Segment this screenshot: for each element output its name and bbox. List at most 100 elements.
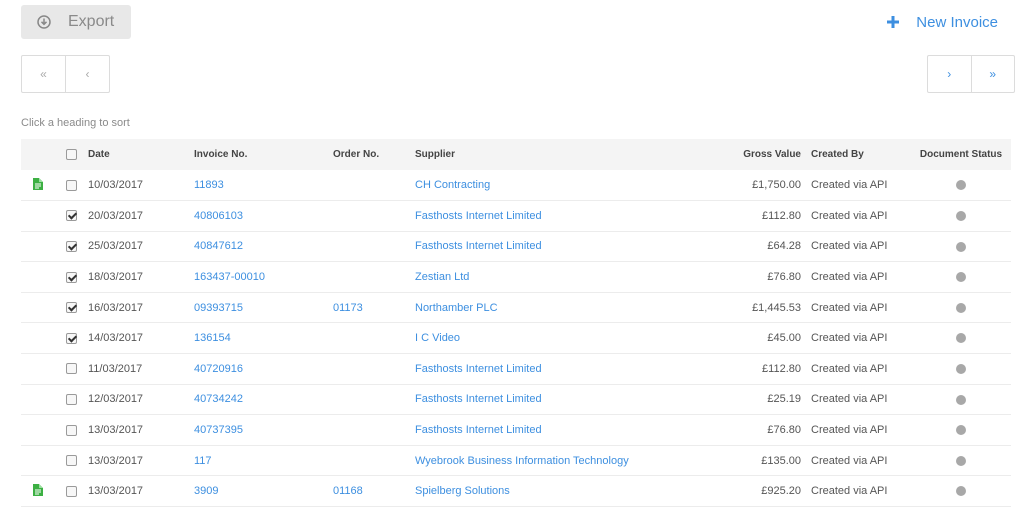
created-by-column-header[interactable]: Created By xyxy=(811,139,911,170)
supplier-link[interactable]: Spielberg Solutions xyxy=(415,476,695,507)
table-row[interactable]: 13/03/2017 117 Wyebrook Business Informati… xyxy=(21,445,1011,476)
document-icon[interactable] xyxy=(32,483,43,499)
invoice-no-link[interactable]: 136154 xyxy=(194,323,333,354)
row-checkbox[interactable] xyxy=(65,332,77,344)
doc-cell xyxy=(21,354,54,385)
invoice-no-link[interactable]: 11893 xyxy=(194,170,333,201)
status-dot-icon xyxy=(956,210,966,221)
supplier-link[interactable]: Wyebrook Business Information Technology xyxy=(415,445,695,476)
supplier-link[interactable]: Fasthosts Internet Limited xyxy=(415,201,695,232)
status-dot-icon xyxy=(956,394,966,405)
last-page-button[interactable]: » xyxy=(970,56,1015,92)
date-cell: 12/03/2017 xyxy=(88,393,144,406)
invoice-no-link[interactable]: 40734242 xyxy=(194,384,333,415)
row-checkbox[interactable] xyxy=(65,241,77,253)
date-column-header[interactable]: Date xyxy=(88,139,194,170)
new-invoice-button[interactable]: New Invoice xyxy=(886,9,998,35)
invoice-no-link[interactable]: 163437-00010 xyxy=(194,262,333,293)
document-status-cell xyxy=(911,476,1011,507)
table-row[interactable]: 18/03/2017 163437-00010 Zestian Ltd £76.80 C… xyxy=(21,262,1011,293)
date-cell: 25/03/2017 xyxy=(88,240,144,253)
row-checkbox[interactable] xyxy=(65,179,77,191)
table-row[interactable]: 10/03/2017 11893 CH Contracting £1,750.00 Cr… xyxy=(21,170,1011,201)
status-dot-icon xyxy=(956,241,966,252)
document-status-cell xyxy=(911,262,1011,293)
table-row[interactable]: 14/03/2017 136154 I C Video £45.00 Created v… xyxy=(21,323,1011,354)
order-no-link[interactable] xyxy=(333,445,415,476)
status-dot-icon xyxy=(956,486,966,497)
table-row[interactable]: 11/03/2017 40720916 Fasthosts Internet Lim… xyxy=(21,354,1011,385)
invoice-no-link[interactable]: 40847612 xyxy=(194,231,333,262)
select-cell xyxy=(54,231,88,262)
next-page-button[interactable]: › xyxy=(928,56,971,92)
row-checkbox[interactable] xyxy=(65,485,77,497)
table-header: Date Invoice No. Order No. Supplier Gros… xyxy=(21,139,1011,170)
table-row[interactable]: 25/03/2017 40847612 Fasthosts Internet Lim… xyxy=(21,231,1011,262)
invoice-no-link[interactable]: 117 xyxy=(194,445,333,476)
document-status-cell xyxy=(911,231,1011,262)
supplier-link[interactable]: Zestian Ltd xyxy=(415,262,695,293)
document-icon[interactable] xyxy=(32,177,43,193)
invoice-no-link[interactable]: 40737395 xyxy=(194,415,333,446)
order-no-link[interactable] xyxy=(333,201,415,232)
row-checkbox[interactable] xyxy=(65,302,77,314)
order-no-link[interactable] xyxy=(333,415,415,446)
export-button[interactable]: Export xyxy=(21,5,131,39)
invoice-no-link[interactable]: 40806103 xyxy=(194,201,333,232)
doc-cell xyxy=(21,445,54,476)
order-no-link[interactable] xyxy=(333,323,415,354)
document-status-cell xyxy=(911,292,1011,323)
doc-cell xyxy=(21,323,54,354)
table-row[interactable]: 13/03/2017 40737395 Fasthosts Internet Lim… xyxy=(21,415,1011,446)
supplier-link[interactable]: Fasthosts Internet Limited xyxy=(415,415,695,446)
invoice-no-link[interactable]: 40720916 xyxy=(194,354,333,385)
gross-value-cell: £64.28 xyxy=(767,240,801,253)
supplier-link[interactable]: Northamber PLC xyxy=(415,292,695,323)
row-checkbox[interactable] xyxy=(65,363,77,375)
gross-value-cell: £1,750.00 xyxy=(752,179,801,192)
invoice-no-link[interactable]: 3909 xyxy=(194,476,333,507)
table-row[interactable]: 13/03/2017 3909 01168 Spielberg Solutions £9… xyxy=(21,476,1011,507)
order-no-link[interactable] xyxy=(333,262,415,293)
gross-value-column-header[interactable]: Gross Value xyxy=(695,139,811,170)
supplier-column-header[interactable]: Supplier xyxy=(415,139,695,170)
table-row[interactable]: 20/03/2017 40806103 Fasthosts Internet Lim… xyxy=(21,201,1011,232)
first-page-button[interactable]: « xyxy=(22,56,65,92)
doc-cell xyxy=(21,262,54,293)
order-no-link[interactable] xyxy=(333,170,415,201)
select-cell xyxy=(54,354,88,385)
supplier-link[interactable]: Fasthosts Internet Limited xyxy=(415,384,695,415)
status-dot-icon xyxy=(956,272,966,283)
supplier-link[interactable]: Fasthosts Internet Limited xyxy=(415,354,695,385)
order-no-link[interactable] xyxy=(333,231,415,262)
pager-right: › » xyxy=(927,55,1015,93)
gross-value-cell: £76.80 xyxy=(767,424,801,437)
prev-page-button[interactable]: ‹ xyxy=(65,56,109,92)
order-no-link[interactable]: 01173 xyxy=(333,292,415,323)
order-no-link[interactable] xyxy=(333,354,415,385)
table-row[interactable]: 16/03/2017 09393715 01173 Northamber PLC £1,… xyxy=(21,292,1011,323)
supplier-link[interactable]: CH Contracting xyxy=(415,170,695,201)
table-row[interactable]: 12/03/2017 40734242 Fasthosts Internet Lim… xyxy=(21,384,1011,415)
row-checkbox[interactable] xyxy=(65,424,77,436)
doc-cell xyxy=(21,231,54,262)
doc-cell xyxy=(21,292,54,323)
order-no-link[interactable] xyxy=(333,384,415,415)
doc-cell xyxy=(21,170,54,201)
status-dot-icon xyxy=(956,302,966,313)
supplier-link[interactable]: I C Video xyxy=(415,323,695,354)
gross-value-cell: £112.80 xyxy=(762,362,801,375)
date-cell: 13/03/2017 xyxy=(88,485,144,498)
invoice-no-link[interactable]: 09393715 xyxy=(194,292,333,323)
row-checkbox[interactable] xyxy=(65,271,77,283)
select-all-checkbox[interactable] xyxy=(65,148,77,160)
supplier-link[interactable]: Fasthosts Internet Limited xyxy=(415,231,695,262)
row-checkbox[interactable] xyxy=(65,394,77,406)
row-checkbox[interactable] xyxy=(65,455,77,467)
status-dot-icon xyxy=(956,363,966,374)
order-no-link[interactable]: 01168 xyxy=(333,476,415,507)
row-checkbox[interactable] xyxy=(65,210,77,222)
document-status-column-header[interactable]: Document Status xyxy=(911,139,1011,170)
invoice-no-column-header[interactable]: Invoice No. xyxy=(194,139,333,170)
order-no-column-header[interactable]: Order No. xyxy=(333,139,415,170)
